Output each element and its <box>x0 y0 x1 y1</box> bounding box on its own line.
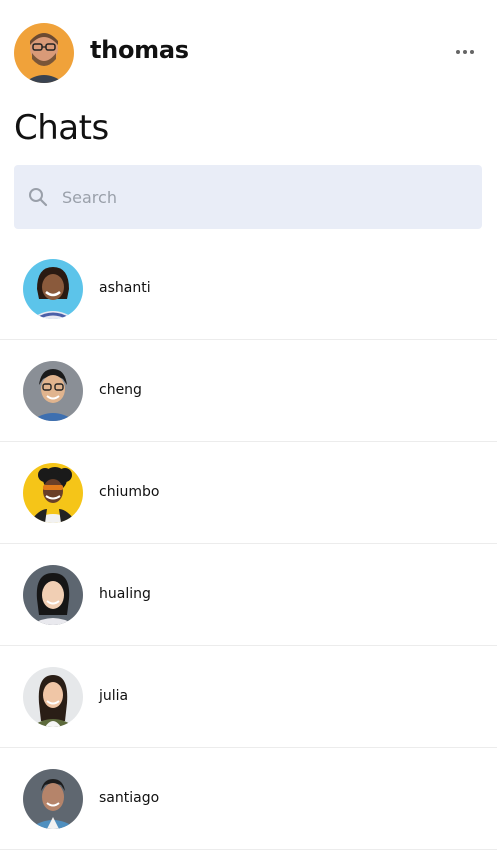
chat-name: julia <box>99 688 129 704</box>
avatar <box>23 769 83 829</box>
avatar <box>23 565 83 625</box>
search-box[interactable] <box>14 165 482 229</box>
avatar <box>23 259 83 319</box>
search-icon <box>28 187 48 207</box>
page-title: Chats <box>14 108 109 148</box>
chat-name: cheng <box>99 382 142 398</box>
user-name: thomas <box>90 36 189 64</box>
chat-item-chiumbo[interactable]: chiumbo <box>0 442 497 544</box>
avatar <box>23 667 83 727</box>
chat-name: chiumbo <box>99 484 160 500</box>
chat-list: ashanti cheng chiumbo hualing julia sant… <box>0 238 497 850</box>
app-header: thomas <box>0 0 497 106</box>
chat-name: hualing <box>99 586 151 602</box>
avatar <box>23 361 83 421</box>
chat-item-julia[interactable]: julia <box>0 646 497 748</box>
chat-item-santiago[interactable]: santiago <box>0 748 497 850</box>
user-avatar[interactable] <box>14 23 74 83</box>
chat-item-hualing[interactable]: hualing <box>0 544 497 646</box>
chat-item-ashanti[interactable]: ashanti <box>0 238 497 340</box>
search-input[interactable] <box>62 165 472 229</box>
avatar <box>23 463 83 523</box>
more-options-button[interactable] <box>452 42 478 62</box>
chat-item-cheng[interactable]: cheng <box>0 340 497 442</box>
more-horizontal-icon <box>456 50 460 54</box>
chat-name: ashanti <box>99 280 151 296</box>
chat-name: santiago <box>99 790 160 806</box>
